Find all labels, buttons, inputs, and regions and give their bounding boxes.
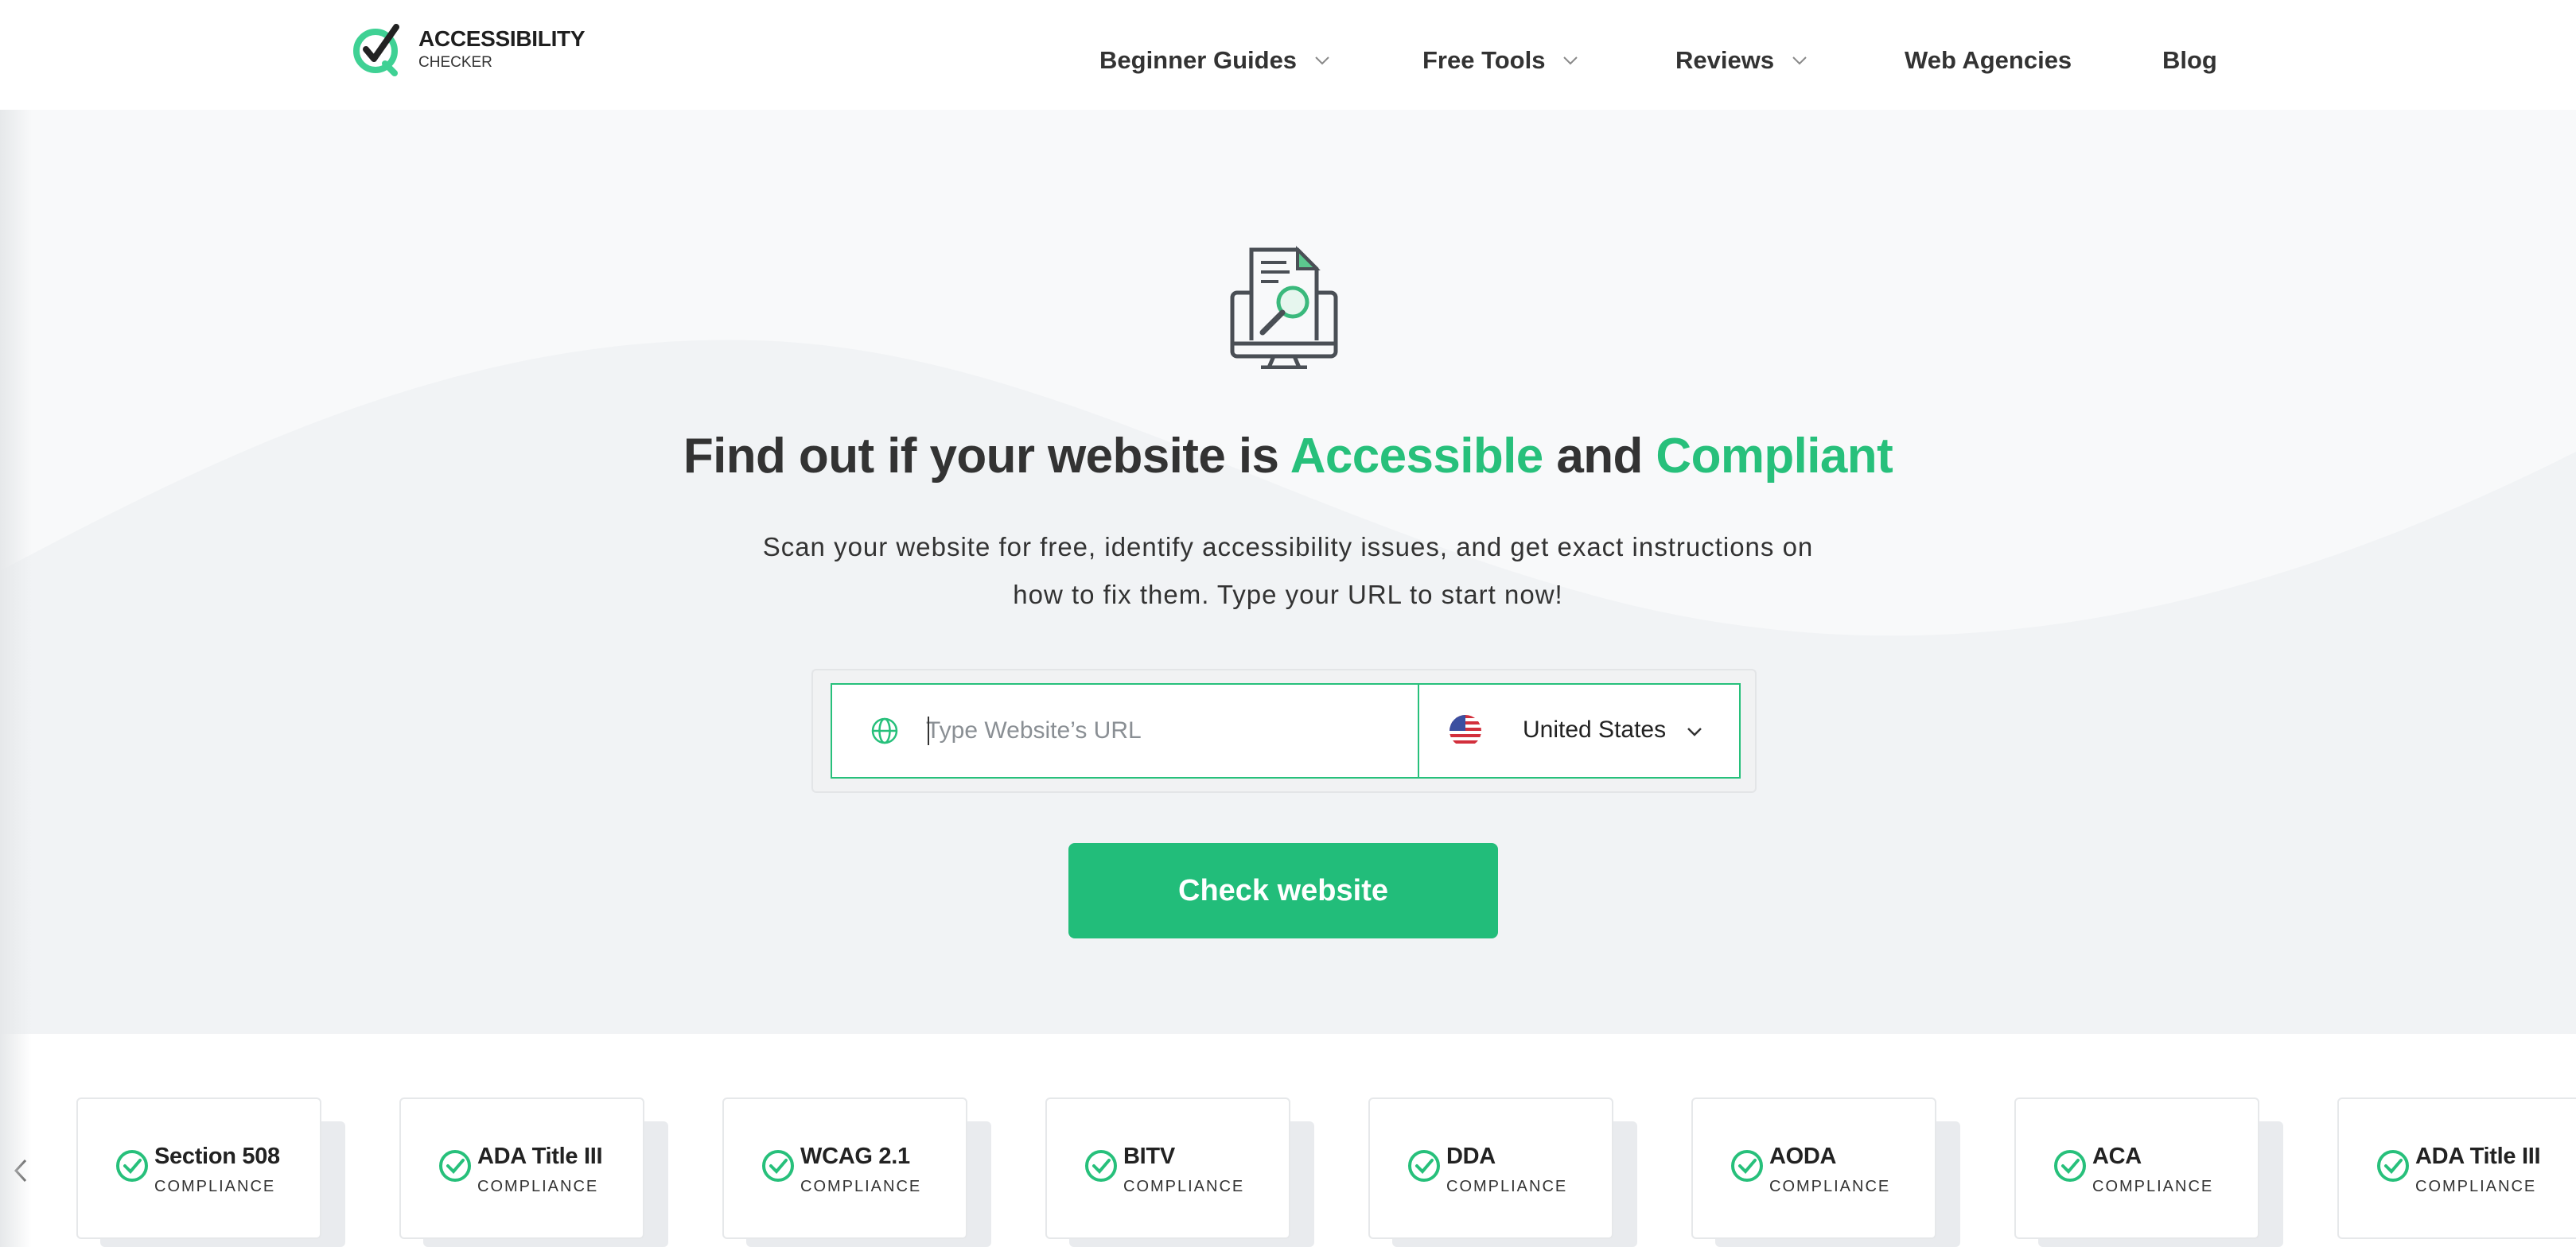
headline-compliant: Compliant <box>1656 429 1893 484</box>
compliance-card[interactable]: ADA Title III COMPLIANCE <box>2337 1097 2576 1239</box>
check-circle-icon <box>1085 1150 1117 1182</box>
hero-description-line1: Scan your website for free, identify acc… <box>762 532 1814 561</box>
compliance-card-section-508[interactable]: Section 508 COMPLIANCE <box>76 1097 345 1247</box>
compliance-card[interactable]: ADA Title III COMPLIANCE <box>399 1097 644 1239</box>
globe-icon <box>871 717 898 744</box>
check-circle-icon <box>1731 1150 1763 1182</box>
url-field[interactable] <box>832 685 1419 777</box>
nav-label: Blog <box>2162 46 2217 74</box>
logo-title: ACCESSIBILITY <box>418 26 586 51</box>
headline-and: and <box>1556 429 1643 484</box>
chevron-down-icon <box>1792 56 1807 65</box>
site-header: ACCESSIBILITY CHECKER Beginner Guides Fr… <box>0 0 2576 110</box>
nav-web-agencies[interactable]: Web Agencies <box>1905 46 2072 75</box>
check-circle-icon <box>762 1150 794 1182</box>
hero-description: Scan your website for free, identify acc… <box>0 523 2576 619</box>
page-title: Find out if your website is Accessible a… <box>0 428 2576 484</box>
compliance-card[interactable]: ACA COMPLIANCE <box>2014 1097 2259 1239</box>
check-circle-icon <box>439 1150 471 1182</box>
page-edge-shadow <box>0 0 32 1247</box>
country-selected-value: United States <box>1523 717 1667 743</box>
url-check-form-inner: United States <box>831 683 1741 779</box>
us-flag-icon <box>1449 715 1481 747</box>
nav-label: Web Agencies <box>1905 46 2072 74</box>
compliance-card-ada-title-iii-partial[interactable]: ADA Title III COMPLIANCE <box>2337 1097 2576 1247</box>
card-subtitle: COMPLIANCE <box>477 1178 599 1195</box>
check-circle-icon <box>1408 1150 1440 1182</box>
chevron-down-icon <box>1563 56 1578 65</box>
card-title: ADA Title III <box>477 1144 603 1169</box>
site-logo[interactable]: ACCESSIBILITY CHECKER <box>350 21 586 78</box>
hero-description-line2: how to fix them. Type your URL to start … <box>1013 580 1563 609</box>
card-title: WCAG 2.1 <box>800 1144 910 1169</box>
nav-blog[interactable]: Blog <box>2162 46 2217 75</box>
compliance-card[interactable]: DDA COMPLIANCE <box>1368 1097 1613 1239</box>
card-subtitle: COMPLIANCE <box>1446 1178 1568 1195</box>
compliance-card-bitv[interactable]: BITV COMPLIANCE <box>1045 1097 1314 1247</box>
card-subtitle: COMPLIANCE <box>1769 1178 1891 1195</box>
nav-beginner-guides[interactable]: Beginner Guides <box>1099 46 1330 75</box>
check-website-button[interactable]: Check website <box>1068 843 1498 938</box>
chevron-down-icon <box>1687 728 1702 736</box>
card-subtitle: COMPLIANCE <box>1123 1178 1245 1195</box>
monitor-document-search-icon <box>1230 246 1338 369</box>
compliance-card[interactable]: AODA COMPLIANCE <box>1691 1097 1936 1239</box>
card-title: ACA <box>2092 1144 2142 1169</box>
compliance-card-aca[interactable]: ACA COMPLIANCE <box>2014 1097 2283 1247</box>
compliance-card[interactable]: WCAG 2.1 COMPLIANCE <box>722 1097 967 1239</box>
card-title: DDA <box>1446 1144 1496 1169</box>
nav-label: Reviews <box>1675 46 1775 74</box>
check-circle-icon <box>116 1150 148 1182</box>
card-subtitle: COMPLIANCE <box>154 1178 276 1195</box>
compliance-card-ada-title-iii[interactable]: ADA Title III COMPLIANCE <box>399 1097 668 1247</box>
country-select[interactable]: United States <box>1419 685 1739 777</box>
chevron-down-icon <box>1315 56 1329 65</box>
hero-section: Find out if your website is Accessible a… <box>0 110 2576 1034</box>
nav-reviews[interactable]: Reviews <box>1675 46 1807 75</box>
url-input[interactable] <box>926 709 1395 753</box>
text-cursor <box>928 717 929 745</box>
compliance-card[interactable]: Section 508 COMPLIANCE <box>76 1097 321 1239</box>
checkmark-q-logo-icon <box>353 24 399 76</box>
card-title: Section 508 <box>154 1144 280 1169</box>
card-subtitle: COMPLIANCE <box>2092 1178 2214 1195</box>
compliance-carousel: Section 508 COMPLIANCE ADA Title III COM… <box>0 1034 2576 1247</box>
compliance-card[interactable]: BITV COMPLIANCE <box>1045 1097 1290 1239</box>
nav-label: Beginner Guides <box>1099 46 1298 74</box>
card-subtitle: COMPLIANCE <box>800 1178 922 1195</box>
check-circle-icon <box>2054 1150 2086 1182</box>
card-title: BITV <box>1123 1144 1175 1169</box>
nav-free-tools[interactable]: Free Tools <box>1422 46 1578 75</box>
card-subtitle: COMPLIANCE <box>2415 1178 2537 1195</box>
check-circle-icon <box>2377 1150 2409 1182</box>
headline-accessible: Accessible <box>1290 429 1544 484</box>
card-title: ADA Title III <box>2415 1144 2541 1169</box>
compliance-card-wcag-2-1[interactable]: WCAG 2.1 COMPLIANCE <box>722 1097 991 1247</box>
card-title: AODA <box>1769 1144 1837 1169</box>
nav-label: Free Tools <box>1422 46 1546 74</box>
logo-subtitle: CHECKER <box>418 54 492 71</box>
headline-prefix: Find out if your website is <box>683 429 1279 484</box>
compliance-card-dda[interactable]: DDA COMPLIANCE <box>1368 1097 1637 1247</box>
compliance-card-aoda[interactable]: AODA COMPLIANCE <box>1691 1097 1960 1247</box>
url-check-form: United States <box>811 669 1757 793</box>
